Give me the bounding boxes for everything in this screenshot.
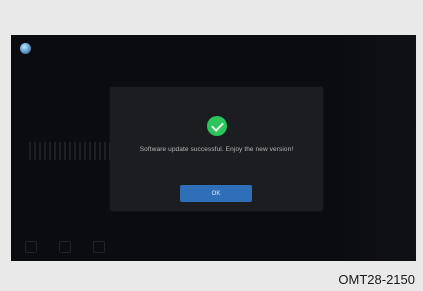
side-panel	[334, 35, 416, 261]
success-check-icon	[207, 116, 227, 136]
home-icon	[25, 241, 37, 253]
phone-icon	[93, 241, 105, 253]
checkmark-icon	[210, 118, 224, 132]
update-dialog: Software update successful. Enjoy the ne…	[110, 87, 323, 211]
figure-caption: OMT28-2150	[338, 272, 415, 287]
infotainment-screen: Software update successful. Enjoy the ne…	[11, 35, 416, 261]
ok-button[interactable]: OK	[180, 185, 252, 202]
menu-icon	[59, 241, 71, 253]
profile-icon[interactable]	[20, 43, 31, 54]
bottom-bar	[25, 241, 265, 253]
dialog-message: Software update successful. Enjoy the ne…	[139, 146, 294, 153]
